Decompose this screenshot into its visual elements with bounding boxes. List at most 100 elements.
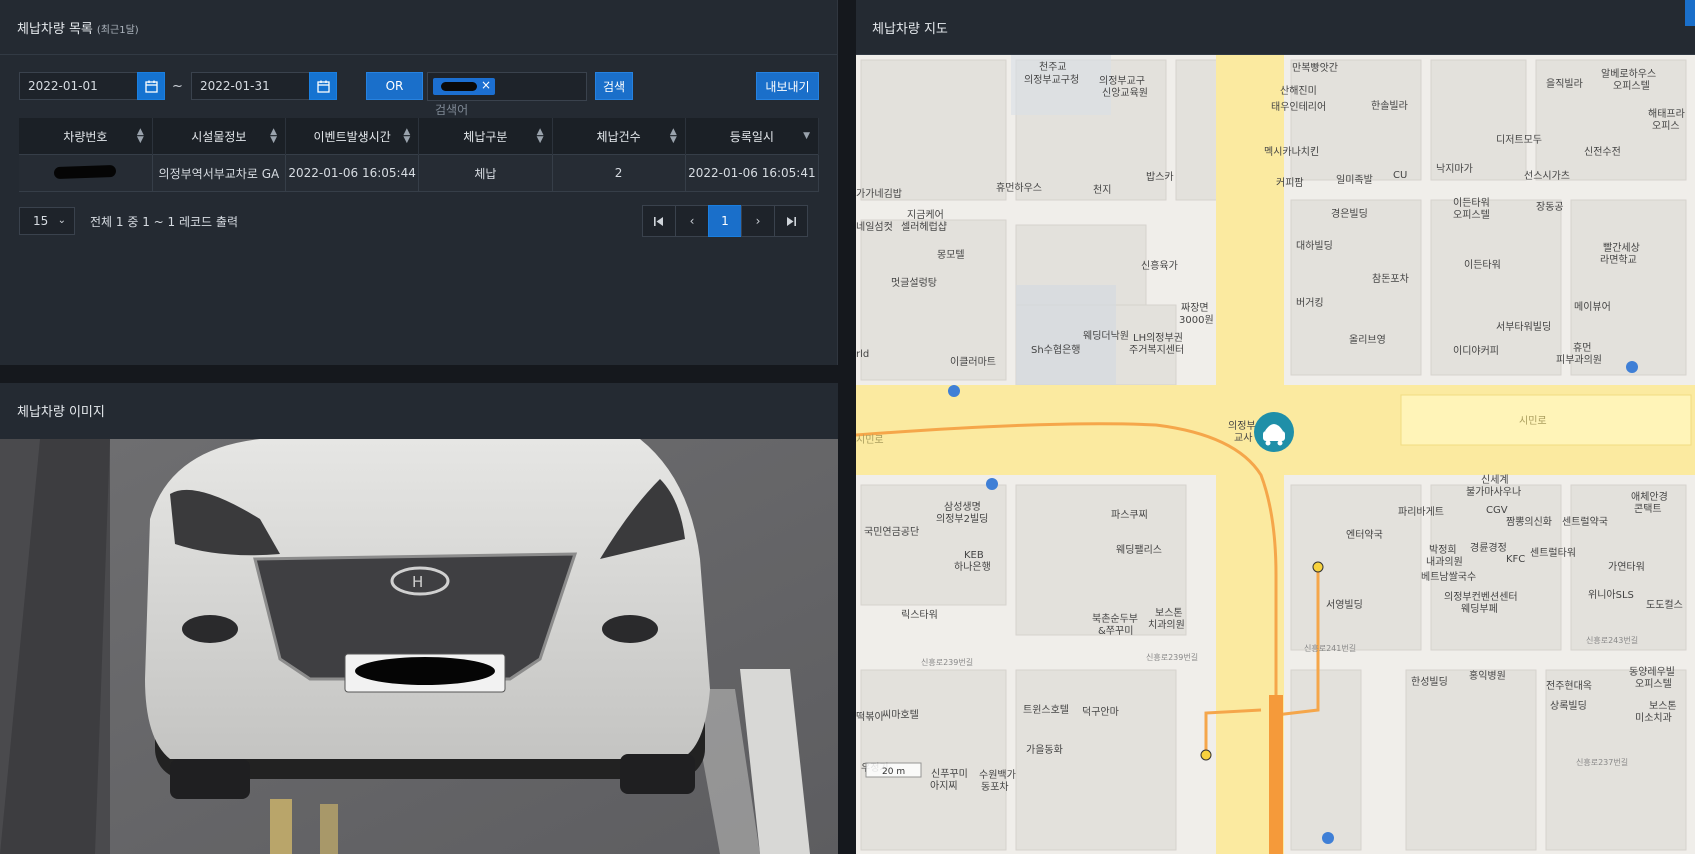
map-label: 천주교 — [1039, 61, 1067, 73]
or-toggle-button[interactable]: OR — [366, 72, 423, 100]
map-label: 올리브영 — [1349, 334, 1386, 346]
map-label: CU — [1393, 170, 1407, 181]
map-label: 이클러마트 — [950, 356, 996, 368]
cell-event-time: 2022-01-06 16:05:44 — [285, 154, 420, 192]
map-label: 경은빌딩 — [1331, 207, 1368, 220]
map-label: 동포차 — [981, 781, 1009, 793]
map-label: &쭈꾸미 — [1098, 625, 1133, 637]
chevron-down-icon: ⌄ — [57, 215, 66, 226]
map-label: 릭스타워 — [901, 608, 938, 621]
map-label: 북촌순두부 — [1092, 613, 1138, 625]
image-panel-title: 체납차량 이미지 — [17, 405, 105, 420]
map-label: KEB — [964, 550, 984, 561]
map-label: 박정희 — [1429, 544, 1457, 556]
search-tag-input[interactable]: × — [427, 72, 587, 101]
last-page-button[interactable] — [774, 205, 808, 237]
map-label: 웨딩더낙원 — [1083, 330, 1129, 342]
vehicle-location-marker[interactable] — [1254, 412, 1294, 452]
map-label: 위니아SLS — [1588, 588, 1634, 601]
column-header-type[interactable]: 체납구분 ▲ ▼ — [418, 118, 553, 155]
map-label: 빨간세상 — [1603, 242, 1640, 254]
page-size-select[interactable]: 15 ⌄ — [19, 207, 75, 235]
map-label: 가가네김밥 — [856, 188, 902, 200]
map-label: 미소치과 — [1635, 712, 1672, 724]
column-header-count[interactable]: 체납건수 ▲ ▼ — [552, 118, 686, 155]
map-label: 신흥육가 — [1141, 259, 1178, 272]
map-label: 씨마호텔 — [882, 709, 919, 721]
map-label: 의정부2빌딩 — [936, 513, 988, 525]
table-row[interactable]: 의정부역서부교차로 GA 2022-01-06 16:05:44 체납 2 20… — [19, 154, 820, 192]
map-label: 엔터약국 — [1346, 529, 1383, 541]
date-from-input[interactable] — [19, 72, 138, 100]
search-button[interactable]: 검색 — [595, 72, 633, 100]
record-count-info: 전체 1 중 1 ~ 1 레코드 출력 — [90, 215, 238, 229]
map-label: 베트남쌀국수 — [1421, 571, 1476, 583]
cell-facility: 의정부역서부교차로 GA — [152, 154, 287, 192]
map-label: 3000원 — [1179, 314, 1214, 326]
export-button[interactable]: 내보내기 — [756, 72, 819, 100]
next-page-button[interactable]: › — [741, 205, 775, 237]
remove-tag-icon[interactable]: × — [481, 78, 491, 92]
map-label: 국민연금공단 — [864, 526, 919, 538]
cell-plate — [19, 154, 153, 192]
map-label: 가연타워 — [1608, 560, 1645, 573]
map-label: 짬뽕의신화 — [1506, 516, 1552, 528]
map-label: 천지 — [1093, 184, 1111, 196]
map-label: 의정부컨벤션센터 — [1444, 591, 1518, 603]
map-label: 가을동화 — [1026, 744, 1063, 756]
column-header-facility[interactable]: 시설물정보 ▲ ▼ — [152, 118, 287, 155]
date-to-input[interactable] — [191, 72, 310, 100]
column-header-event-time[interactable]: 이벤트발생시간 ▲ ▼ — [285, 118, 420, 155]
sort-icon: ▲ ▼ — [270, 127, 277, 145]
map-label: 보스톤 — [1155, 607, 1183, 619]
map-label: 오피스텔 — [1613, 80, 1650, 92]
map-label: 서부타워빌딩 — [1496, 320, 1551, 333]
first-page-button[interactable] — [642, 205, 676, 237]
sort-icon: ▲ ▼ — [403, 127, 411, 145]
map-label: 웨딩부페 — [1461, 603, 1498, 615]
map-label: 콘택트 — [1634, 503, 1662, 515]
map-label: 의정부교구청 — [1024, 74, 1079, 86]
map-settings-button[interactable] — [1685, 0, 1695, 26]
map-label: 상록빌딩 — [1550, 700, 1587, 712]
prev-page-button[interactable]: ‹ — [675, 205, 709, 237]
map-label: 신흥로237번길 — [1576, 757, 1628, 767]
map-svg: 천주교 의정부교구청 의정부교구 신앙교육원 만복빵앗간 산해진미 태우인테리어… — [856, 55, 1695, 854]
list-header-divider — [0, 54, 837, 55]
sort-icon: ▲ ▼ — [536, 127, 544, 145]
map-label: rld — [856, 349, 869, 360]
map-label: 산해진미 — [1280, 84, 1317, 97]
redacted-tag-text — [441, 82, 477, 91]
date-to-calendar-button[interactable] — [309, 72, 337, 100]
map-label: 네일섬컷 — [856, 221, 893, 233]
map-label: LH의정부권 — [1133, 332, 1183, 344]
map-label: 한솔빌라 — [1371, 100, 1408, 112]
vehicle-map-panel: 체납차량 지도 천주교 의정부교구청 의정부교구 신앙교육원 만복빵앗간 산해진… — [856, 0, 1695, 854]
date-from-calendar-button[interactable] — [137, 72, 165, 100]
map-label: 센트럴타워 — [1530, 546, 1576, 559]
map-label: 덕구안마 — [1082, 706, 1119, 718]
list-panel-title: 체납차량 목록 (최근1달) — [17, 22, 139, 37]
map-label: 의정부 — [1228, 420, 1256, 432]
map-label: 오피스텔 — [1635, 678, 1672, 690]
map-label: 웨딩팰리스 — [1116, 544, 1162, 556]
map-label: 선스시가츠 — [1524, 170, 1570, 182]
map-label: 도도컬스 — [1646, 598, 1683, 611]
map-label: 트윈스호텔 — [1023, 704, 1069, 716]
sort-icon: ▼ — [803, 131, 810, 141]
calendar-icon — [144, 80, 158, 93]
column-header-registered[interactable]: 등록일시 ▼ — [685, 118, 820, 155]
map-scale-bar: 20 m — [865, 762, 922, 778]
map-label: 셀러헤럽샵 — [901, 221, 947, 233]
map-label: 을직빌라 — [1546, 78, 1583, 90]
sort-icon: ▲ ▼ — [136, 127, 144, 145]
cell-count: 2 — [552, 154, 686, 192]
date-range-separator: ~ — [172, 79, 183, 94]
column-header-plate[interactable]: 차량번호 ▲ ▼ — [19, 118, 153, 155]
map-label: KFC — [1506, 554, 1525, 565]
map-label: 신흥로241번길 — [1304, 643, 1356, 653]
map-label: 피부과의원 — [1556, 354, 1602, 366]
page-1-button[interactable]: 1 — [708, 205, 742, 237]
map-label: 신전수전 — [1584, 146, 1621, 158]
map-canvas[interactable]: 천주교 의정부교구청 의정부교구 신앙교육원 만복빵앗간 산해진미 태우인테리어… — [856, 55, 1695, 854]
